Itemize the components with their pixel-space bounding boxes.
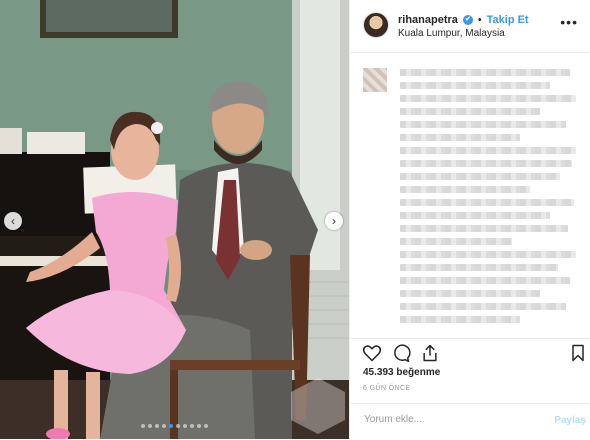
carousel-dot bbox=[148, 424, 152, 428]
follow-button[interactable]: Takip Et bbox=[487, 14, 529, 26]
blurred-line bbox=[400, 277, 570, 284]
carousel-dot bbox=[183, 424, 187, 428]
blurred-line bbox=[400, 147, 576, 154]
blurred-line bbox=[400, 69, 570, 76]
separator-dot: • bbox=[478, 15, 482, 26]
comment-input[interactable] bbox=[362, 413, 546, 426]
more-options-icon[interactable]: ••• bbox=[560, 14, 578, 30]
blurred-line bbox=[400, 303, 566, 310]
bookmark-icon[interactable] bbox=[568, 343, 588, 363]
post-header: rihanapetra ✔ • Takip Et Kuala Lumpur, M… bbox=[350, 0, 590, 53]
caption-avatar bbox=[363, 68, 387, 92]
share-icon[interactable] bbox=[420, 343, 440, 363]
carousel-dot bbox=[197, 424, 201, 428]
carousel-dot bbox=[155, 424, 159, 428]
blurred-line bbox=[400, 134, 520, 141]
blurred-line bbox=[400, 212, 550, 219]
carousel-dot bbox=[141, 424, 145, 428]
caption-blurred bbox=[350, 53, 590, 338]
blurred-line bbox=[400, 290, 540, 297]
username-link[interactable]: rihanapetra bbox=[398, 14, 458, 26]
blurred-line bbox=[400, 160, 572, 167]
blurred-line bbox=[400, 108, 540, 115]
carousel-dot bbox=[204, 424, 208, 428]
post-details-panel: rihanapetra ✔ • Takip Et Kuala Lumpur, M… bbox=[349, 0, 590, 439]
carousel-dot bbox=[169, 424, 173, 428]
next-slide-button[interactable]: › bbox=[325, 212, 343, 230]
blurred-line bbox=[400, 199, 574, 206]
carousel-dot bbox=[190, 424, 194, 428]
blurred-line bbox=[400, 225, 568, 232]
carousel-dot bbox=[162, 424, 166, 428]
verified-badge-icon: ✔ bbox=[462, 15, 473, 26]
blurred-line bbox=[400, 82, 550, 89]
blurred-line bbox=[400, 264, 558, 271]
post-image bbox=[0, 0, 349, 439]
action-bar bbox=[350, 338, 590, 363]
post-photo[interactable]: ‹ › bbox=[0, 0, 349, 439]
blurred-line bbox=[400, 173, 560, 180]
blurred-line bbox=[400, 251, 576, 258]
comment-form: Paylaş bbox=[350, 403, 590, 440]
carousel-dot bbox=[176, 424, 180, 428]
location-link[interactable]: Kuala Lumpur, Malaysia bbox=[398, 28, 505, 39]
username-row: rihanapetra ✔ • Takip Et bbox=[398, 14, 529, 26]
carousel-indicator bbox=[0, 415, 349, 433]
avatar[interactable] bbox=[363, 12, 389, 38]
heart-icon[interactable] bbox=[362, 343, 382, 363]
previous-slide-button[interactable]: ‹ bbox=[4, 212, 22, 230]
blurred-line bbox=[400, 186, 530, 193]
post-timestamp: 6 GÜN ÖNCE bbox=[363, 385, 411, 392]
blurred-line bbox=[400, 95, 576, 102]
blurred-line bbox=[400, 238, 512, 245]
comment-icon[interactable] bbox=[391, 343, 411, 363]
blurred-line bbox=[400, 121, 566, 128]
blurred-line bbox=[400, 316, 520, 323]
likes-count[interactable]: 45.393 beğenme bbox=[363, 367, 440, 378]
post-comment-button[interactable]: Paylaş bbox=[554, 415, 586, 426]
